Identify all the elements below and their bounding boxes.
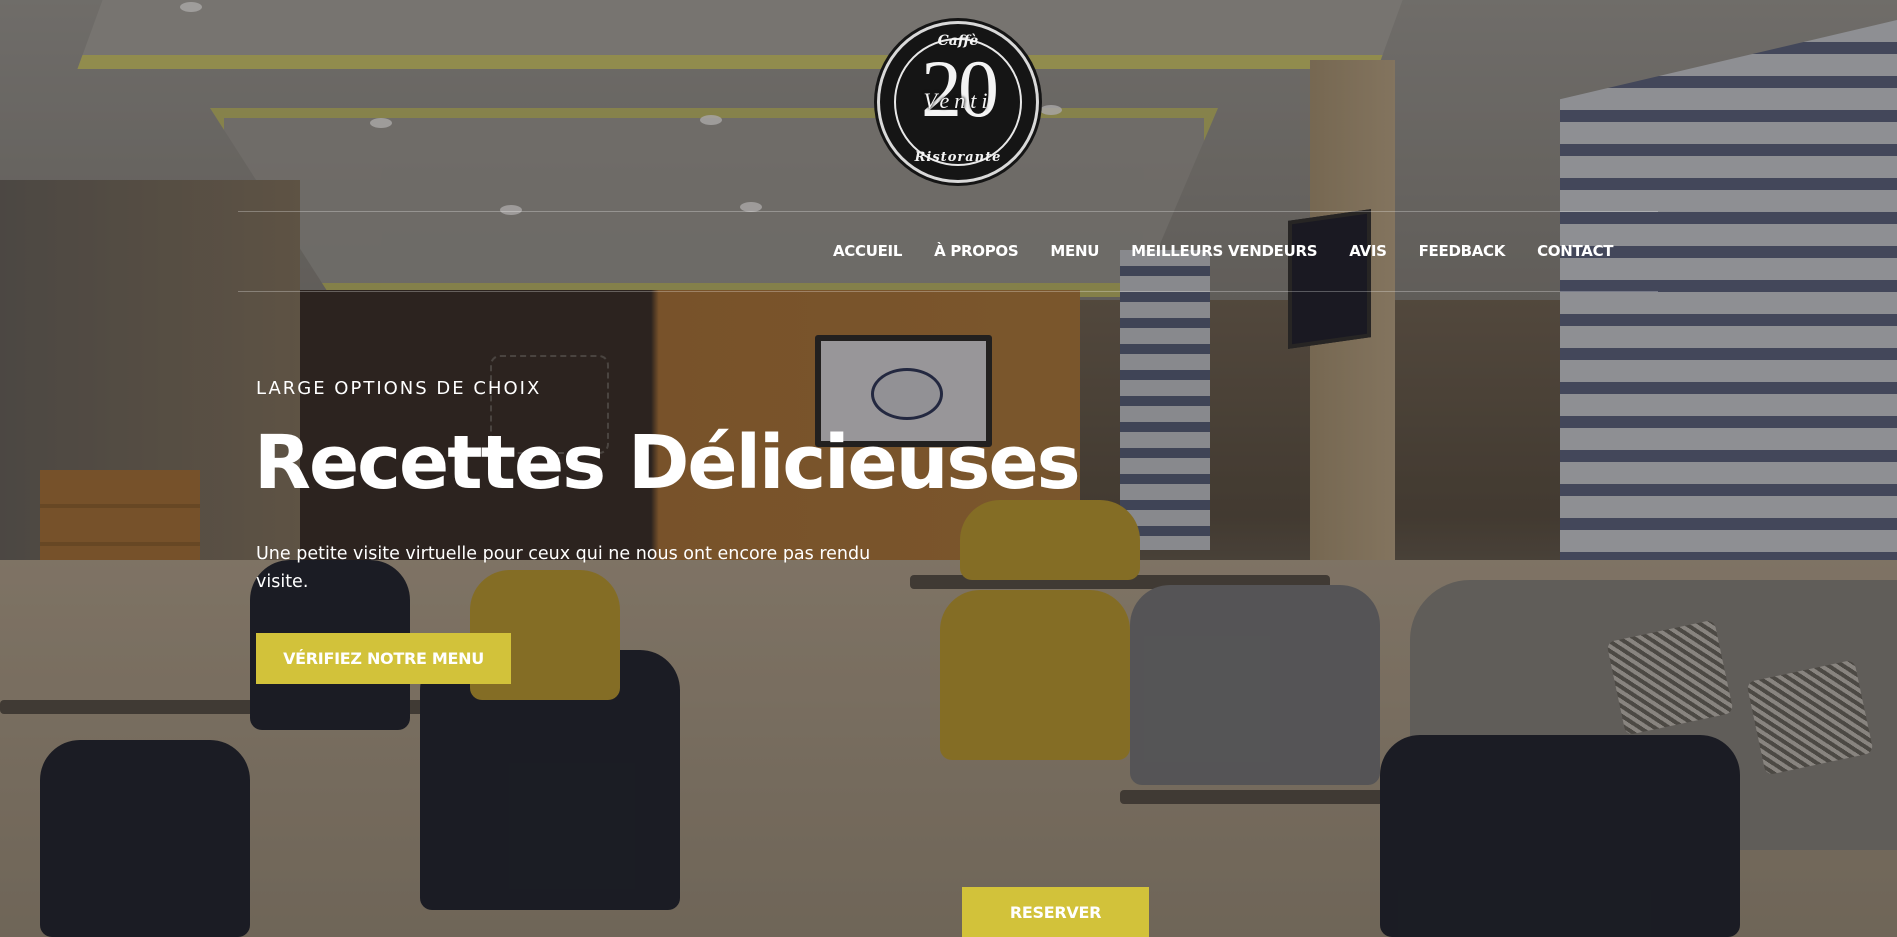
hero-description: Une petite visite virtuelle pour ceux qu… (256, 544, 871, 592)
main-navigation: ACCUEIL À PROPOS MENU MEILLEURS VENDEURS… (238, 211, 1658, 292)
logo-middle-text: Venti (923, 88, 993, 113)
nav-link-meilleurs-vendeurs[interactable]: MEILLEURS VENDEURS (1131, 242, 1317, 260)
logo-bottom-text: Ristorante (914, 150, 1002, 165)
reserve-button[interactable]: RESERVER (962, 887, 1149, 937)
nav-item: MENU (1050, 242, 1099, 261)
nav-item: MEILLEURS VENDEURS (1131, 242, 1317, 261)
nav-item: AVIS (1349, 242, 1387, 261)
nav-item: CONTACT (1537, 242, 1613, 261)
hero-eyebrow: LARGE OPTIONS DE CHOIX (256, 378, 542, 399)
check-menu-button[interactable]: VÉRIFIEZ NOTRE MENU (256, 633, 511, 684)
nav-item: ACCUEIL (833, 242, 902, 261)
site-logo[interactable]: Caffè 20 Venti Ristorante (880, 24, 1036, 180)
nav-link-feedback[interactable]: FEEDBACK (1419, 242, 1506, 260)
nav-item: FEEDBACK (1419, 242, 1506, 261)
nav-menu: ACCUEIL À PROPOS MENU MEILLEURS VENDEURS… (833, 212, 1614, 291)
nav-link-accueil[interactable]: ACCUEIL (833, 242, 902, 260)
nav-link-avis[interactable]: AVIS (1349, 242, 1387, 260)
hero-title: Recettes Délicieuses (254, 420, 1081, 506)
nav-link-menu[interactable]: MENU (1050, 242, 1099, 260)
nav-link-a-propos[interactable]: À PROPOS (934, 242, 1019, 260)
nav-link-contact[interactable]: CONTACT (1537, 242, 1613, 260)
nav-item: À PROPOS (934, 242, 1019, 261)
